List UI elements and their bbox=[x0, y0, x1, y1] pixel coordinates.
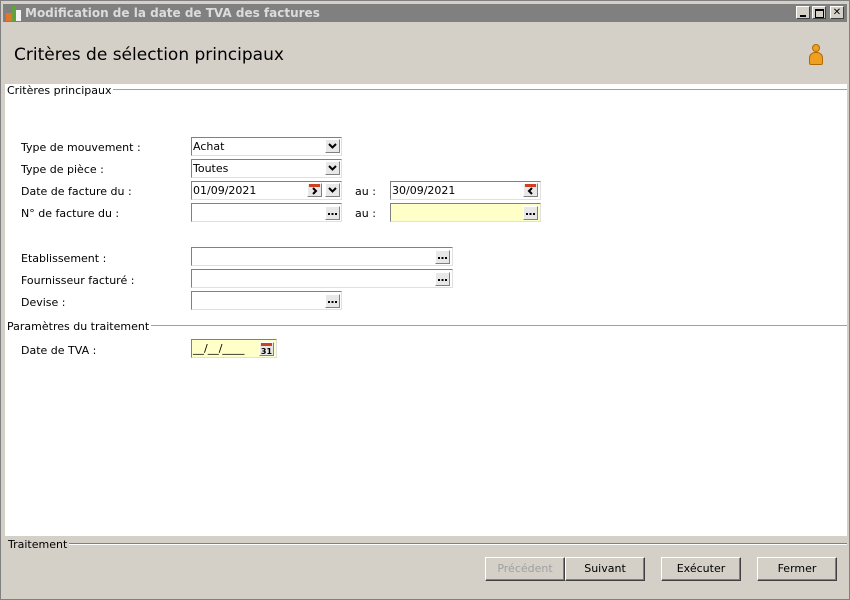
date-facture-from-next-button[interactable] bbox=[307, 183, 322, 197]
fermer-button[interactable]: Fermer bbox=[757, 557, 837, 581]
footer-divider bbox=[61, 543, 847, 545]
section-title-treatment-params: Paramètres du traitement bbox=[7, 320, 152, 333]
fournisseur-label: Fournisseur facturé : bbox=[21, 274, 135, 287]
page-header: Critères de sélection principaux bbox=[3, 23, 847, 83]
user-icon[interactable] bbox=[808, 44, 824, 66]
section-title-main-criteria: Critères principaux bbox=[7, 84, 114, 97]
calendar-icon: 31 bbox=[261, 343, 273, 355]
num-facture-to-label: au : bbox=[355, 207, 376, 220]
ellipsis-icon bbox=[438, 279, 447, 281]
num-facture-from-lookup-button[interactable] bbox=[325, 206, 340, 220]
maximize-button[interactable] bbox=[812, 6, 826, 19]
date-facture-from-value: 01/09/2021 bbox=[193, 184, 257, 197]
devise-label: Devise : bbox=[21, 296, 66, 309]
fournisseur-input[interactable] bbox=[191, 269, 453, 288]
etablissement-label: Etablissement : bbox=[21, 252, 107, 265]
section-divider bbox=[125, 325, 847, 327]
ellipsis-icon bbox=[328, 301, 337, 303]
calendar-next-icon bbox=[309, 184, 320, 195]
title-bar[interactable]: Modification de la date de TVA des factu… bbox=[3, 4, 847, 22]
section-title-treatment: Traitement bbox=[8, 538, 70, 551]
etablissement-input[interactable] bbox=[191, 247, 453, 266]
maximize-icon bbox=[815, 9, 824, 18]
minimize-button[interactable] bbox=[796, 6, 810, 19]
ellipsis-icon bbox=[526, 213, 535, 215]
date-facture-label: Date de facture du : bbox=[21, 185, 132, 198]
num-facture-label: N° de facture du : bbox=[21, 207, 120, 220]
chevron-down-icon bbox=[328, 165, 337, 171]
calendar-day: 31 bbox=[261, 347, 273, 355]
app-logo-icon bbox=[6, 6, 22, 21]
type-piece-dropdown-button[interactable] bbox=[325, 161, 340, 175]
fournisseur-lookup-button[interactable] bbox=[435, 272, 450, 286]
ellipsis-icon bbox=[438, 257, 447, 259]
application-window: Modification de la date de TVA des factu… bbox=[0, 0, 850, 600]
type-mouvement-select[interactable]: Achat bbox=[191, 137, 342, 156]
chevron-down-icon bbox=[328, 143, 337, 149]
criteria-panel: Critères principaux Type de mouvement : … bbox=[5, 84, 847, 536]
type-mouvement-dropdown-button[interactable] bbox=[325, 139, 340, 153]
section-divider bbox=[85, 89, 847, 91]
close-button[interactable]: ✕ bbox=[830, 6, 844, 19]
devise-input[interactable] bbox=[191, 291, 342, 310]
date-facture-to-value: 30/09/2021 bbox=[392, 184, 456, 197]
type-piece-value: Toutes bbox=[193, 162, 229, 175]
suivant-button[interactable]: Suivant bbox=[565, 557, 645, 581]
executer-button[interactable]: Exécuter bbox=[661, 557, 741, 581]
minimize-icon bbox=[800, 15, 806, 17]
page-title: Critères de sélection principaux bbox=[14, 45, 284, 65]
date-facture-to-label: au : bbox=[355, 185, 376, 198]
devise-lookup-button[interactable] bbox=[325, 294, 340, 308]
date-tva-value: __/__/____ bbox=[193, 342, 245, 355]
calendar-prev-icon bbox=[525, 184, 536, 195]
chevron-down-icon bbox=[328, 187, 337, 193]
num-facture-to-input[interactable] bbox=[390, 203, 541, 222]
date-tva-calendar-button[interactable]: 31 bbox=[259, 342, 274, 356]
type-piece-label: Type de pièce : bbox=[21, 163, 104, 176]
type-piece-select[interactable]: Toutes bbox=[191, 159, 342, 178]
num-facture-to-lookup-button[interactable] bbox=[523, 206, 538, 220]
num-facture-from-input[interactable] bbox=[191, 203, 342, 222]
type-mouvement-label: Type de mouvement : bbox=[21, 141, 141, 154]
window-title: Modification de la date de TVA des factu… bbox=[25, 6, 320, 20]
date-tva-label: Date de TVA : bbox=[21, 344, 97, 357]
ellipsis-icon bbox=[328, 213, 337, 215]
date-facture-to-input[interactable]: 30/09/2021 bbox=[390, 181, 541, 200]
precedent-button[interactable]: Précédent bbox=[485, 557, 565, 581]
type-mouvement-value: Achat bbox=[193, 140, 225, 153]
date-facture-to-prev-button[interactable] bbox=[523, 183, 538, 197]
date-facture-from-dropdown-button[interactable] bbox=[325, 183, 340, 197]
close-icon: ✕ bbox=[832, 7, 842, 18]
etablissement-lookup-button[interactable] bbox=[435, 250, 450, 264]
